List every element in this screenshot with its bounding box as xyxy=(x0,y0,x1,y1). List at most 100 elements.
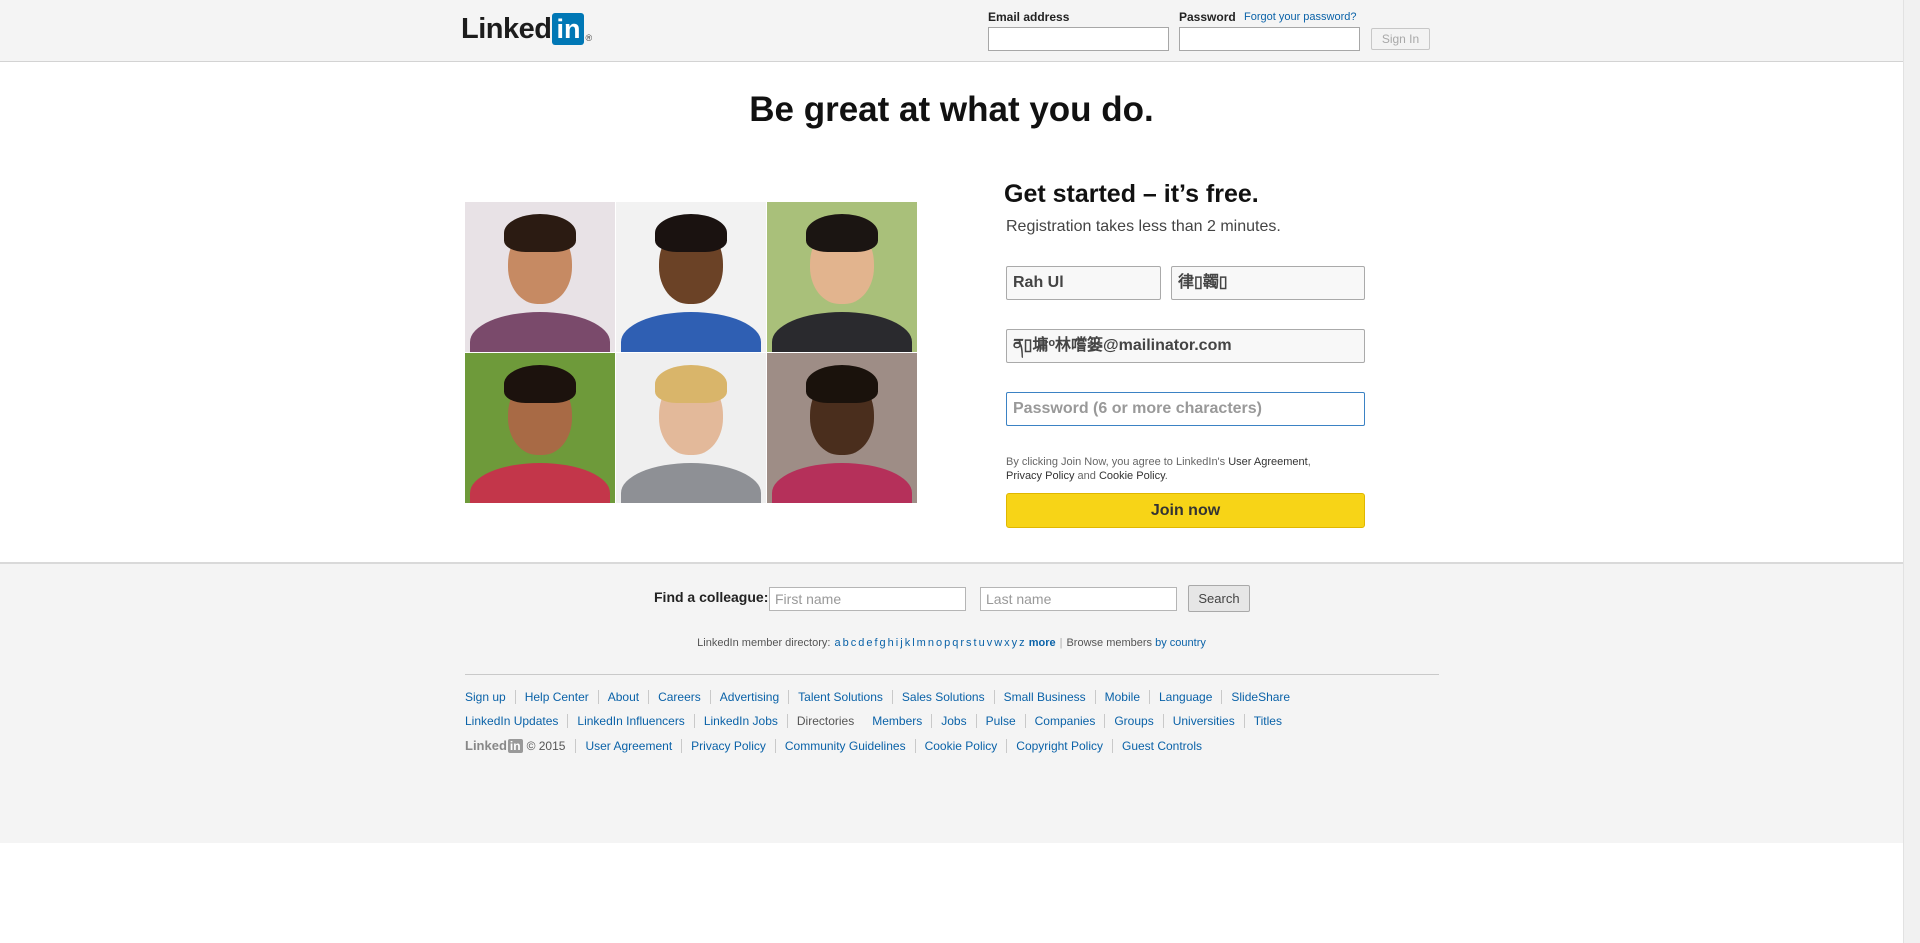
footer-link[interactable]: Directories xyxy=(786,714,863,728)
photo-torso xyxy=(470,463,610,503)
tagline: Be great at what you do. xyxy=(749,90,1154,129)
photo-hair xyxy=(806,365,878,403)
footer-link[interactable]: Privacy Policy xyxy=(681,738,775,753)
header-email-input[interactable] xyxy=(988,27,1169,51)
user-agreement-link[interactable]: User Agreement xyxy=(1228,456,1307,468)
privacy-policy-link[interactable]: Privacy Policy xyxy=(1006,470,1074,482)
footer-link[interactable]: Universities xyxy=(1162,714,1244,728)
directory-letter-link[interactable]: u xyxy=(979,637,985,649)
first-name-input[interactable]: Rah Ul xyxy=(1006,266,1161,300)
footer-link[interactable]: User Agreement xyxy=(575,738,681,753)
directory-more-link[interactable]: more xyxy=(1029,637,1056,649)
directory-letter-link[interactable]: j xyxy=(900,637,902,649)
footer-link[interactable]: LinkedIn Updates xyxy=(465,714,567,728)
directory-letter-link[interactable]: x xyxy=(1004,637,1010,649)
photo-torso xyxy=(772,312,912,352)
footer-link[interactable]: Advertising xyxy=(709,690,788,704)
footer-link[interactable]: Cookie Policy xyxy=(914,738,1007,753)
footer-divider xyxy=(465,674,1439,675)
sign-in-button[interactable]: Sign In xyxy=(1371,28,1430,50)
footer-link[interactable]: Companies xyxy=(1024,714,1105,728)
join-now-button[interactable]: Join now xyxy=(1006,493,1365,528)
footer-link[interactable]: SlideShare xyxy=(1221,690,1299,704)
footer-link[interactable]: About xyxy=(597,690,648,704)
colleague-first-name-input[interactable]: First name xyxy=(769,587,966,611)
directory-letter-link[interactable]: i xyxy=(896,637,898,649)
member-photo xyxy=(616,353,766,503)
copyright-text: © 2015 xyxy=(526,738,566,753)
directory-letter-link[interactable]: o xyxy=(936,637,942,649)
footer-link[interactable]: Sales Solutions xyxy=(891,690,994,704)
footer-link[interactable]: Jobs xyxy=(931,714,975,728)
last-name-input[interactable]: 律▯韣▯ xyxy=(1171,266,1365,300)
terms-prefix: By clicking Join Now, you agree to Linke… xyxy=(1006,456,1229,468)
top-header: Linked in ® Email address Password Forgo… xyxy=(0,0,1903,62)
footer-link[interactable]: Mobile xyxy=(1094,690,1149,704)
browse-prefix: Browse members xyxy=(1066,637,1156,649)
photo-torso xyxy=(772,463,912,503)
directory-letter-link[interactable]: s xyxy=(966,637,972,649)
directory-letter-link[interactable]: f xyxy=(874,637,877,649)
footer-link[interactable]: Language xyxy=(1149,690,1221,704)
linkedin-logo[interactable]: Linked in ® xyxy=(461,13,592,45)
member-photo xyxy=(767,353,917,503)
footer-link[interactable]: LinkedIn Jobs xyxy=(693,714,787,728)
directory-letter-link[interactable]: v xyxy=(987,637,993,649)
password-input[interactable]: Password (6 or more characters) xyxy=(1006,392,1365,426)
directory-letter-link[interactable]: p xyxy=(944,637,950,649)
directory-letters: abcdefghijklmnopqrstuvwxyz xyxy=(833,637,1025,649)
footer-link[interactable]: Community Guidelines xyxy=(774,738,915,753)
directory-letter-link[interactable]: y xyxy=(1012,637,1018,649)
logo-wordmark: Linked xyxy=(461,13,552,45)
directory-letter-link[interactable]: q xyxy=(952,637,958,649)
email-input[interactable]: ན▯墉ᵒ林嚐篓@mailinator.com xyxy=(1006,329,1365,363)
directory-letter-link[interactable]: b xyxy=(843,637,849,649)
email-label: Email address xyxy=(988,10,1070,24)
header-password-input[interactable] xyxy=(1179,27,1360,51)
directory-letter-link[interactable]: t xyxy=(974,637,977,649)
member-photo xyxy=(767,202,917,352)
directory-letter-link[interactable]: z xyxy=(1019,637,1025,649)
directory-letter-link[interactable]: g xyxy=(880,637,886,649)
member-photo xyxy=(465,202,615,352)
forgot-password-link[interactable]: Forgot your password? xyxy=(1244,11,1357,23)
footer-link[interactable]: LinkedIn Influencers xyxy=(567,714,693,728)
directory-letter-link[interactable]: r xyxy=(960,637,964,649)
footer-link[interactable]: Pulse xyxy=(975,714,1025,728)
directory-letter-link[interactable]: a xyxy=(834,637,840,649)
footer-link[interactable]: Small Business xyxy=(993,690,1095,704)
directory-separator: | xyxy=(1059,637,1063,649)
photo-hair xyxy=(655,365,727,403)
member-photo xyxy=(616,202,766,352)
terms-period: . xyxy=(1164,470,1168,482)
directory-letter-link[interactable]: d xyxy=(858,637,864,649)
signup-title: Get started – it’s free. xyxy=(1004,180,1259,208)
directory-letter-link[interactable]: c xyxy=(851,637,857,649)
footer-link[interactable]: Guest Controls xyxy=(1111,738,1211,753)
colleague-search-button[interactable]: Search xyxy=(1188,585,1250,612)
cookie-policy-link[interactable]: Cookie Policy xyxy=(1099,470,1165,482)
colleague-last-name-input[interactable]: Last name xyxy=(980,587,1177,611)
footer-link[interactable]: Careers xyxy=(648,690,710,704)
member-photo-grid xyxy=(465,202,917,503)
directory-letter-link[interactable]: n xyxy=(928,637,934,649)
footer: Find a colleague: First name Last name S… xyxy=(0,562,1903,843)
footer-link[interactable]: Sign up xyxy=(465,690,515,704)
page-scrollbar[interactable] xyxy=(1903,0,1920,943)
member-photo xyxy=(465,353,615,503)
directory-letter-link[interactable]: l xyxy=(912,637,914,649)
directory-letter-link[interactable]: e xyxy=(866,637,872,649)
directory-letter-link[interactable]: w xyxy=(994,637,1002,649)
footer-links-row-1: Sign up Help Center About Careers Advertisin… xyxy=(465,690,1299,704)
directory-letter-link[interactable]: m xyxy=(917,637,926,649)
browse-by-country-link[interactable]: by country xyxy=(1155,637,1206,649)
footer-link[interactable]: Groups xyxy=(1104,714,1162,728)
directory-letter-link[interactable]: h xyxy=(888,637,894,649)
footer-link[interactable]: Titles xyxy=(1243,714,1291,728)
footer-link[interactable]: Copyright Policy xyxy=(1006,738,1112,753)
photo-hair xyxy=(806,214,878,252)
footer-link[interactable]: Help Center xyxy=(514,690,598,704)
footer-link[interactable]: Members xyxy=(863,714,931,728)
directory-letter-link[interactable]: k xyxy=(905,637,911,649)
footer-link[interactable]: Talent Solutions xyxy=(788,690,892,704)
